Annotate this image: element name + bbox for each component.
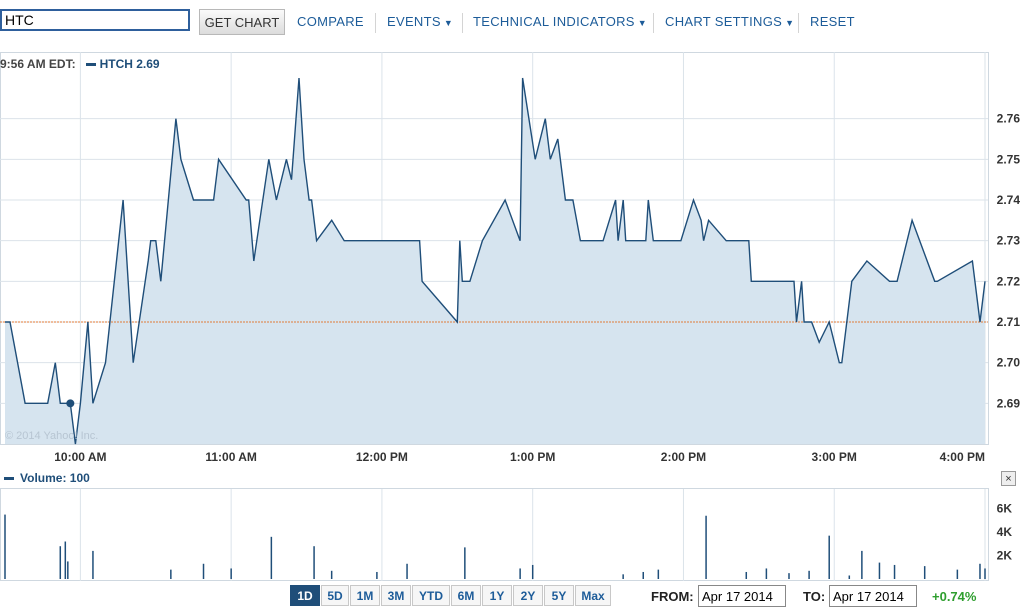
- price-axis-labels: 2.69 2.70 2.71 2.72 2.73 2.74 2.75 2.76: [997, 112, 1021, 411]
- range-button-5d[interactable]: 5D: [321, 585, 349, 606]
- price-tick-label: 2.69: [997, 396, 1021, 410]
- volume-axis-labels: 2K 4K 6K: [997, 502, 1013, 563]
- close-volume-icon[interactable]: ×: [1001, 471, 1016, 486]
- price-tick-label: 2.71: [997, 315, 1021, 329]
- price-volume-chart[interactable]: 2.69 2.70 2.71 2.72 2.73 2.74 2.75 2.76 10:00 A…: [0, 0, 1024, 582]
- volume-swatch-icon: [4, 477, 14, 481]
- from-date-input[interactable]: [698, 585, 786, 607]
- time-tick-label: 10:00 AM: [54, 450, 106, 464]
- quote-symbol-value: HTCH 2.69: [99, 57, 160, 71]
- price-tick-label: 2.72: [997, 274, 1021, 288]
- volume-legend: Volume: 100: [0, 471, 90, 485]
- series-swatch-icon: [85, 63, 96, 67]
- price-tick-label: 2.76: [997, 112, 1021, 126]
- price-tick-label: 2.70: [997, 356, 1021, 370]
- range-button-1d[interactable]: 1D: [290, 585, 320, 606]
- volume-tick-label: 2K: [997, 549, 1013, 563]
- to-date-input[interactable]: [829, 585, 917, 607]
- time-tick-label: 11:00 AM: [205, 450, 257, 464]
- range-button-2y[interactable]: 2Y: [513, 585, 543, 606]
- time-tick-label: 2:00 PM: [661, 450, 706, 464]
- time-tick-label: 12:00 PM: [356, 450, 408, 464]
- volume-tick-label: 6K: [997, 502, 1013, 516]
- price-area-fill: [5, 78, 985, 444]
- volume-tick-label: 4K: [997, 525, 1013, 539]
- range-button-ytd[interactable]: YTD: [412, 585, 450, 606]
- range-button-3m[interactable]: 3M: [381, 585, 411, 606]
- from-label: FROM:: [651, 589, 694, 604]
- watermark: © 2014 Yahoo! Inc.: [5, 430, 98, 442]
- range-button-6m[interactable]: 6M: [451, 585, 481, 606]
- price-tick-label: 2.74: [997, 193, 1021, 207]
- time-axis-labels: 10:00 AM 11:00 AM 12:00 PM 1:00 PM 2:00 PM 3:…: [54, 450, 985, 464]
- time-tick-label: 1:00 PM: [510, 450, 555, 464]
- price-marker: [66, 399, 75, 408]
- volume-label: Volume: 100: [20, 471, 90, 485]
- quote-time: 9:56 AM EDT:: [0, 57, 76, 71]
- time-tick-label: 3:00 PM: [812, 450, 857, 464]
- range-button-1m[interactable]: 1M: [350, 585, 380, 606]
- range-button-1y[interactable]: 1Y: [482, 585, 512, 606]
- range-button-max[interactable]: Max: [575, 585, 611, 606]
- price-tick-label: 2.73: [997, 234, 1021, 248]
- price-tick-label: 2.75: [997, 152, 1021, 166]
- range-button-5y[interactable]: 5Y: [544, 585, 574, 606]
- time-tick-label: 4:00 PM: [940, 450, 985, 464]
- price-legend: 9:56 AM EDT: HTCH 2.69: [0, 57, 160, 75]
- volume-bars: [4, 514, 986, 579]
- to-label: TO:: [803, 589, 826, 604]
- percent-change: +0.74%: [932, 589, 977, 604]
